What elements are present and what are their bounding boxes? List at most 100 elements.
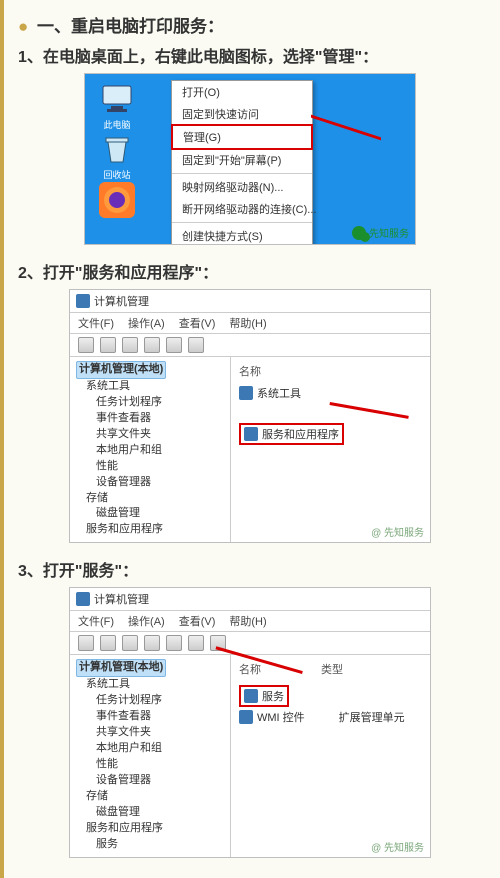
row-wmi-label: WMI 控件 — [257, 709, 305, 725]
toolbar-btn[interactable] — [210, 635, 226, 651]
ctx-open[interactable]: 打开(O) — [172, 81, 312, 103]
menu-file[interactable]: 文件(F) — [78, 613, 114, 629]
component-icon — [239, 710, 253, 724]
toolbar-btn[interactable] — [122, 635, 138, 651]
menu-help[interactable]: 帮助(H) — [229, 315, 266, 331]
tree-sys-tools[interactable]: 系统工具 — [76, 677, 226, 693]
tree-local-users[interactable]: 本地用户和组 — [76, 443, 226, 459]
ctx-pin-start[interactable]: 固定到"开始"屏幕(P) — [172, 149, 312, 171]
firefox-icon[interactable] — [99, 182, 135, 218]
toolbar-btn[interactable] — [100, 635, 116, 651]
figure-mmc-1: 计算机管理 文件(F) 操作(A) 查看(V) 帮助(H) 计算机管理(本地) … — [69, 289, 431, 543]
tree-dev-mgr[interactable]: 设备管理器 — [76, 475, 226, 491]
row-svc-apps-label: 服务和应用程序 — [262, 426, 339, 442]
tree-local-users[interactable]: 本地用户和组 — [76, 741, 226, 757]
toolbar-btn[interactable] — [78, 337, 94, 353]
toolbar-btn[interactable] — [188, 337, 204, 353]
toolbar-btn[interactable] — [144, 337, 160, 353]
tree-shared[interactable]: 共享文件夹 — [76, 725, 226, 741]
tree-storage[interactable]: 存储 — [76, 789, 226, 805]
col-name: 名称 — [239, 661, 261, 677]
recycle-bin-icon[interactable]: 回收站 — [99, 132, 135, 168]
wechat-watermark-text: 先知服务 — [369, 225, 409, 240]
row-svc-apps[interactable]: 服务和应用程序 — [239, 423, 344, 445]
recycle-bin-label: 回收站 — [95, 168, 139, 181]
folder-icon — [239, 386, 253, 400]
tree-event-viewer[interactable]: 事件查看器 — [76, 709, 226, 725]
toolbar-btn[interactable] — [100, 337, 116, 353]
ctx-sep — [172, 173, 312, 174]
author-watermark: @ 先知服务 — [371, 839, 424, 854]
figure-mmc-2: 计算机管理 文件(F) 操作(A) 查看(V) 帮助(H) 计算机管理(本地) … — [69, 587, 431, 857]
wechat-watermark: 先知服务 — [352, 225, 409, 240]
toolbar-btn[interactable] — [188, 635, 204, 651]
this-pc-icon[interactable]: 此电脑 — [99, 82, 135, 118]
tree-task-sched[interactable]: 任务计划程序 — [76, 693, 226, 709]
menu-view[interactable]: 查看(V) — [179, 315, 216, 331]
this-pc-label: 此电脑 — [95, 118, 139, 131]
tree-perf[interactable]: 性能 — [76, 459, 226, 475]
menu-bar: 文件(F) 操作(A) 查看(V) 帮助(H) — [70, 611, 430, 632]
tree-disk-mgr[interactable]: 磁盘管理 — [76, 805, 226, 821]
row-wmi-type: 扩展管理单元 — [339, 709, 405, 725]
wechat-icon — [352, 226, 366, 240]
toolbar-btn[interactable] — [166, 635, 182, 651]
gear-icon — [244, 689, 258, 703]
section-heading: ● 一、重启电脑打印服务： — [18, 12, 482, 37]
menu-action[interactable]: 操作(A) — [128, 613, 165, 629]
ctx-manage[interactable]: 管理(G) — [171, 124, 313, 150]
app-icon — [76, 592, 90, 606]
tree-svc-apps[interactable]: 服务和应用程序 — [76, 522, 226, 538]
ctx-pin-quick[interactable]: 固定到快速访问 — [172, 103, 312, 125]
tree-event-viewer[interactable]: 事件查看器 — [76, 411, 226, 427]
figure-desktop: 此电脑 回收站 打开(O) 固定到快速访问 管理(G) 固定到"开始"屏幕(P)… — [84, 73, 416, 245]
folder-icon — [244, 427, 258, 441]
window-title-bar: 计算机管理 — [70, 588, 430, 611]
ctx-map-drive[interactable]: 映射网络驱动器(N)... — [172, 176, 312, 198]
window-title: 计算机管理 — [94, 591, 149, 607]
row-services[interactable]: 服务 — [239, 685, 289, 707]
window-title-bar: 计算机管理 — [70, 290, 430, 313]
tree-storage[interactable]: 存储 — [76, 491, 226, 507]
app-icon — [76, 294, 90, 308]
tree-svc-apps[interactable]: 服务和应用程序 — [76, 821, 226, 837]
step-3-text: 3、打开"服务"： — [18, 557, 482, 581]
mmc-body: 计算机管理(本地) 系统工具 任务计划程序 事件查看器 共享文件夹 本地用户和组… — [70, 655, 430, 856]
tree-services[interactable]: 服务 — [76, 837, 226, 853]
ctx-shortcut[interactable]: 创建快捷方式(S) — [172, 225, 312, 245]
tree-sys-tools[interactable]: 系统工具 — [76, 379, 226, 395]
content-pane: 名称 系统工具 服务和应用程序 — [231, 357, 430, 542]
tree-disk-mgr[interactable]: 磁盘管理 — [76, 506, 226, 522]
tree-perf[interactable]: 性能 — [76, 757, 226, 773]
content-pane: 名称 类型 服务 WMI 控件 扩展管理单元 — [231, 655, 430, 856]
menu-help[interactable]: 帮助(H) — [229, 613, 266, 629]
tree-root[interactable]: 计算机管理(本地) — [76, 361, 166, 379]
toolbar-btn[interactable] — [166, 337, 182, 353]
mmc-body: 计算机管理(本地) 系统工具 任务计划程序 事件查看器 共享文件夹 本地用户和组… — [70, 357, 430, 542]
row-sys-tools-label: 系统工具 — [257, 385, 301, 401]
menu-view[interactable]: 查看(V) — [179, 613, 216, 629]
tree-task-sched[interactable]: 任务计划程序 — [76, 395, 226, 411]
tree-dev-mgr[interactable]: 设备管理器 — [76, 773, 226, 789]
tree-shared[interactable]: 共享文件夹 — [76, 427, 226, 443]
col-name: 名称 — [239, 363, 422, 379]
context-menu: 打开(O) 固定到快速访问 管理(G) 固定到"开始"屏幕(P) 映射网络驱动器… — [171, 80, 313, 245]
row-wmi[interactable]: WMI 控件 扩展管理单元 — [239, 709, 422, 725]
step-1-text: 1、在电脑桌面上，右键此电脑图标，选择"管理"： — [18, 43, 482, 67]
toolbar — [70, 334, 430, 357]
row-sys-tools[interactable]: 系统工具 — [239, 385, 422, 401]
tree-root[interactable]: 计算机管理(本地) — [76, 659, 166, 677]
row-services-label: 服务 — [262, 688, 284, 704]
toolbar-btn[interactable] — [122, 337, 138, 353]
author-watermark: @ 先知服务 — [371, 524, 424, 539]
toolbar — [70, 632, 430, 655]
section-title: 一、重启电脑打印服务： — [37, 17, 224, 36]
callout-arrow-icon — [311, 126, 381, 166]
menu-action[interactable]: 操作(A) — [128, 315, 165, 331]
window-title: 计算机管理 — [94, 293, 149, 309]
toolbar-btn[interactable] — [144, 635, 160, 651]
menu-file[interactable]: 文件(F) — [78, 315, 114, 331]
toolbar-btn[interactable] — [78, 635, 94, 651]
ctx-disconnect[interactable]: 断开网络驱动器的连接(C)... — [172, 198, 312, 220]
tutorial-page: ● 一、重启电脑打印服务： 1、在电脑桌面上，右键此电脑图标，选择"管理"： 此… — [0, 0, 500, 878]
